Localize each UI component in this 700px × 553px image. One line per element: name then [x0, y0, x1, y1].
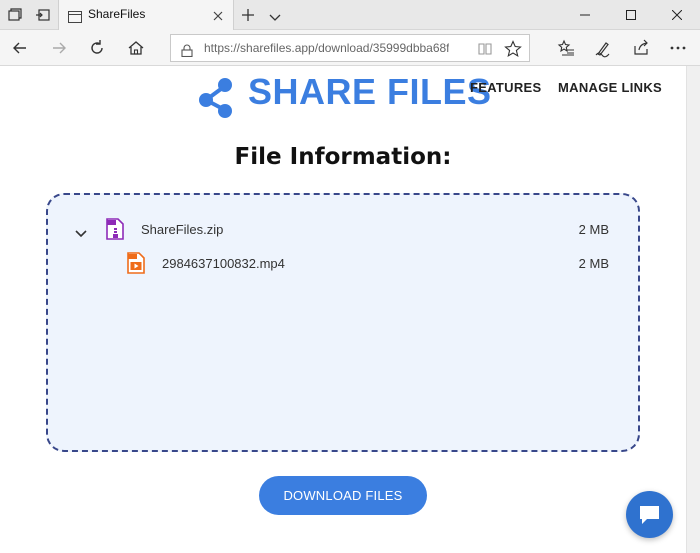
favorites-hub-icon[interactable] [556, 38, 576, 58]
page-viewport: SHARE FILES FEATURES MANAGE LINKS File I… [0, 66, 700, 553]
home-icon[interactable] [126, 38, 146, 58]
file-name: 2984637100832.mp4 [162, 256, 285, 271]
tab-sharefiles[interactable]: ShareFiles [58, 0, 234, 30]
video-file-icon [127, 252, 145, 274]
download-files-button[interactable]: DOWNLOAD FILES [259, 476, 427, 515]
back-arrow-icon[interactable] [10, 38, 30, 58]
navigation-bar: https://sharefiles.app/download/35999dbb… [0, 30, 700, 66]
close-tab-icon[interactable] [211, 8, 225, 22]
lock-icon[interactable] [181, 42, 193, 58]
refresh-icon[interactable] [87, 38, 107, 58]
new-tab-icon[interactable] [240, 7, 256, 23]
chevron-down-icon[interactable] [268, 9, 282, 21]
nav-features-link[interactable]: FEATURES [470, 80, 542, 95]
share-icon[interactable] [631, 38, 651, 58]
vertical-scrollbar[interactable] [686, 66, 700, 553]
close-window-button[interactable] [654, 0, 700, 30]
file-list-panel: ShareFiles.zip 2 MB 2984637100832.mp4 2 … [46, 193, 640, 452]
page-title: File Information: [234, 144, 452, 170]
set-tabs-aside-icon[interactable] [35, 7, 51, 23]
file-row-zip[interactable]: ShareFiles.zip 2 MB [48, 215, 638, 245]
file-size: 2 MB [578, 222, 609, 237]
chat-bubble-icon[interactable] [626, 491, 673, 538]
address-bar[interactable]: https://sharefiles.app/download/35999dbb… [170, 34, 530, 62]
share-logo-icon[interactable] [197, 74, 235, 118]
zip-file-icon [106, 218, 124, 240]
page-favicon-icon [68, 8, 82, 23]
favorite-star-icon[interactable] [504, 40, 522, 58]
site-logo-text[interactable]: SHARE FILES [248, 70, 492, 114]
web-notes-icon[interactable] [593, 38, 613, 58]
chevron-down-icon[interactable] [75, 224, 87, 238]
maximize-button[interactable] [608, 0, 654, 30]
reading-view-icon[interactable] [477, 41, 493, 57]
more-menu-icon[interactable] [668, 38, 688, 58]
forward-arrow-icon[interactable] [49, 38, 69, 58]
file-size: 2 MB [578, 256, 609, 271]
minimize-button[interactable] [562, 0, 608, 30]
nav-manage-links-link[interactable]: MANAGE LINKS [558, 80, 662, 95]
file-row-mp4[interactable]: 2984637100832.mp4 2 MB [48, 249, 638, 279]
file-name: ShareFiles.zip [141, 222, 224, 237]
tab-manager-icon[interactable] [7, 7, 23, 23]
address-url[interactable]: https://sharefiles.app/download/35999dbb… [204, 41, 449, 55]
tab-title: ShareFiles [88, 7, 146, 21]
tab-bar: ShareFiles [0, 0, 700, 30]
